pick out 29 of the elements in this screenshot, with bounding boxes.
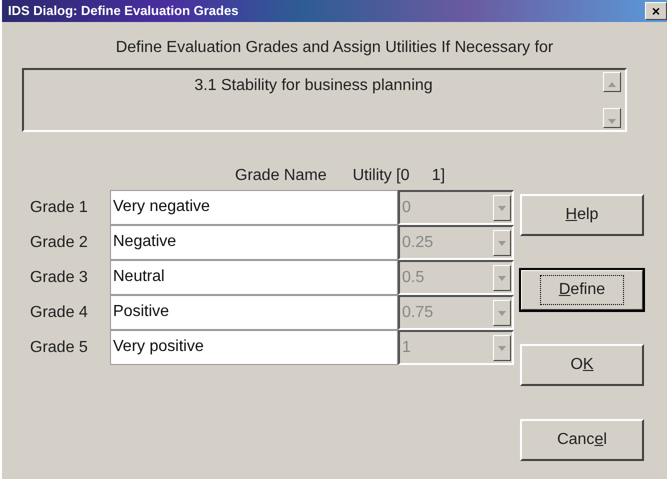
column-header: Grade Name — [235, 166, 327, 186]
dialog-button[interactable]: Help — [520, 194, 644, 236]
close-button[interactable]: × — [645, 2, 667, 20]
grade-label: Grade 2 — [30, 233, 89, 253]
grade-name-field[interactable]: Very positive — [110, 330, 398, 365]
grade-name-field[interactable]: Very negative — [110, 190, 398, 225]
dialog-button[interactable]: Define — [520, 269, 644, 311]
grade-label: Grade 1 — [30, 198, 89, 218]
grade-name-field[interactable]: Positive — [110, 295, 398, 330]
caret-icon — [498, 276, 506, 280]
scroll-down-button[interactable] — [603, 108, 621, 128]
column-header: Utility [0 1] — [352, 166, 446, 186]
grade-name-field[interactable]: Neutral — [110, 260, 398, 295]
window-title: IDS Dialog: Define Evaluation Grades — [8, 2, 238, 20]
caret-icon — [498, 240, 506, 246]
caret-icon — [498, 310, 506, 316]
dialog-button[interactable]: Cancel — [520, 419, 644, 461]
grade-label: Grade 4 — [30, 303, 89, 323]
caret-icon — [498, 346, 506, 350]
dialog-button[interactable]: OK — [520, 344, 644, 386]
arrow-up-icon — [608, 82, 616, 87]
heading-text: Define Evaluation Grades and Assign Utilities If Necessary for — [114, 38, 554, 58]
scroll-up-button[interactable] — [603, 72, 621, 92]
grade-name-field[interactable]: Negative — [110, 225, 398, 260]
grade-label: Grade 3 — [30, 268, 89, 288]
criterion-text: 3.1 Stability for business planning — [193, 76, 434, 96]
arrow-down-icon — [608, 118, 616, 124]
caret-icon — [498, 206, 506, 210]
grade-label: Grade 5 — [30, 338, 89, 358]
